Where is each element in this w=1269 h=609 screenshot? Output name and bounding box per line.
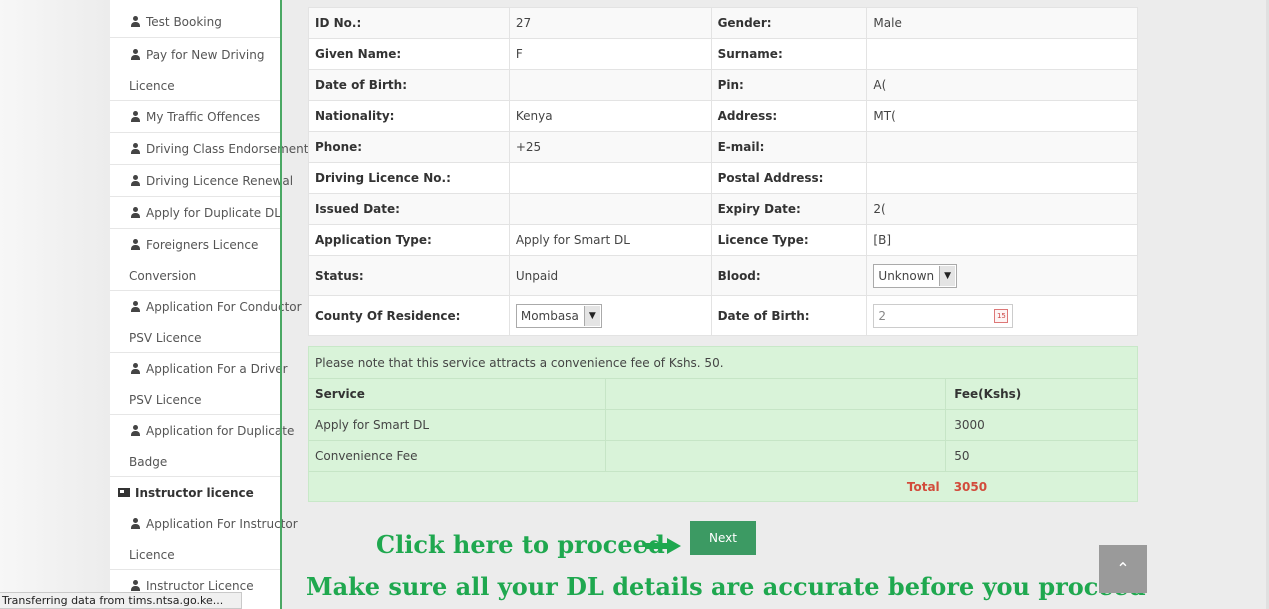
table-row: Total 3050 — [309, 471, 1137, 503]
user-icon — [130, 111, 141, 122]
county-select[interactable]: Mombasa ▼ — [515, 303, 602, 328]
sidebar-item-duplicate-badge[interactable]: Application for Duplicate Badge — [110, 415, 294, 477]
blood-select[interactable]: Unknown ▼ — [873, 263, 958, 288]
table-row: Convenience Fee 50 — [309, 440, 1137, 472]
id-card-icon — [118, 488, 130, 497]
user-icon — [130, 16, 141, 27]
scroll-to-top-button[interactable]: ⌃ — [1099, 545, 1147, 593]
sidebar-item-test-booking[interactable]: Test Booking — [110, 5, 280, 38]
user-icon — [130, 425, 141, 436]
sidebar-item-driver-psv[interactable]: Application For a Driver PSV Licence — [110, 353, 288, 415]
table-row: Apply for Smart DL 3000 — [309, 409, 1137, 441]
fee-note: Please note that this service attracts a… — [315, 356, 724, 370]
table-row: ID No.: 27 Gender: Male — [308, 7, 1138, 39]
user-icon — [130, 301, 141, 312]
accuracy-warning: Make sure all your DL details are accura… — [306, 572, 1146, 601]
applicant-details: ID No.: 27 Gender: Male Given Name: F Surname… — [308, 7, 1138, 336]
user-icon — [130, 207, 141, 218]
sidebar-divider — [280, 0, 282, 609]
fee-table: Service Fee(Kshs) Apply for Smart DL 300… — [309, 378, 1137, 503]
total-value: 3050 — [945, 471, 1137, 503]
page-background — [0, 0, 110, 609]
sidebar-item-foreigners-conversion[interactable]: Foreigners Licence Conversion — [110, 229, 280, 291]
table-row: Nationality: Kenya Address: MT( — [308, 100, 1138, 132]
browser-status-bar: Transferring data from tims.ntsa.go.ke..… — [0, 592, 242, 609]
user-icon — [130, 239, 141, 250]
dropdown-arrow-icon: ▼ — [583, 305, 600, 326]
arrow-right-icon — [645, 538, 681, 554]
user-icon — [130, 363, 141, 374]
table-row: Driving Licence No.: Postal Address: — [308, 162, 1138, 194]
sidebar-item-licence-renewal[interactable]: Driving Licence Renewal — [110, 165, 293, 197]
table-row: Issued Date: Expiry Date: 2( — [308, 193, 1138, 225]
table-row: County Of Residence: Mombasa ▼ Date of Bi… — [308, 295, 1138, 336]
details-table: ID No.: 27 Gender: Male Given Name: F Surname… — [308, 7, 1138, 336]
proceed-annotation: Click here to proceed — [376, 530, 665, 559]
total-label: Total — [309, 471, 946, 503]
table-row: Application Type: Apply for Smart DL Licen… — [308, 224, 1138, 256]
user-icon — [130, 580, 141, 591]
sidebar: Test Booking Pay for New Driving Licence… — [110, 0, 308, 609]
fee-summary: Please note that this service attracts a… — [308, 346, 1138, 503]
next-button[interactable]: Next — [690, 521, 756, 555]
table-row: Given Name: F Surname: — [308, 38, 1138, 70]
sidebar-item-class-endorsement[interactable]: Driving Class Endorsement — [110, 133, 308, 165]
sidebar-item-instructor-application[interactable]: Application For Instructor Licence — [110, 508, 298, 570]
date-of-birth-field[interactable]: 2 15 — [873, 303, 1014, 328]
table-row: Phone: +25 E-mail: — [308, 131, 1138, 163]
calendar-icon[interactable]: 15 — [994, 308, 1009, 323]
sidebar-item-conductor-psv[interactable]: Application For Conductor PSV Licence — [110, 291, 302, 353]
user-icon — [130, 175, 141, 186]
sidebar-section-instructor[interactable]: Instructor licence — [110, 477, 280, 508]
user-icon — [130, 49, 141, 60]
table-row: Service Fee(Kshs) — [309, 378, 1137, 410]
sidebar-item-duplicate-dl[interactable]: Apply for Duplicate DL — [110, 197, 281, 229]
sidebar-item-traffic-offences[interactable]: My Traffic Offences — [110, 101, 280, 133]
status-value: Unpaid — [508, 255, 712, 296]
table-row: Date of Birth: Pin: A( — [308, 69, 1138, 101]
user-icon — [130, 143, 141, 154]
chevron-up-icon: ⌃ — [1116, 559, 1130, 578]
user-icon — [130, 518, 141, 529]
sidebar-item-pay-new-driving-licence[interactable]: Pay for New Driving Licence — [110, 38, 280, 101]
dropdown-arrow-icon: ▼ — [939, 265, 956, 286]
table-row: Status: Unpaid Blood: Unknown ▼ — [308, 255, 1138, 296]
